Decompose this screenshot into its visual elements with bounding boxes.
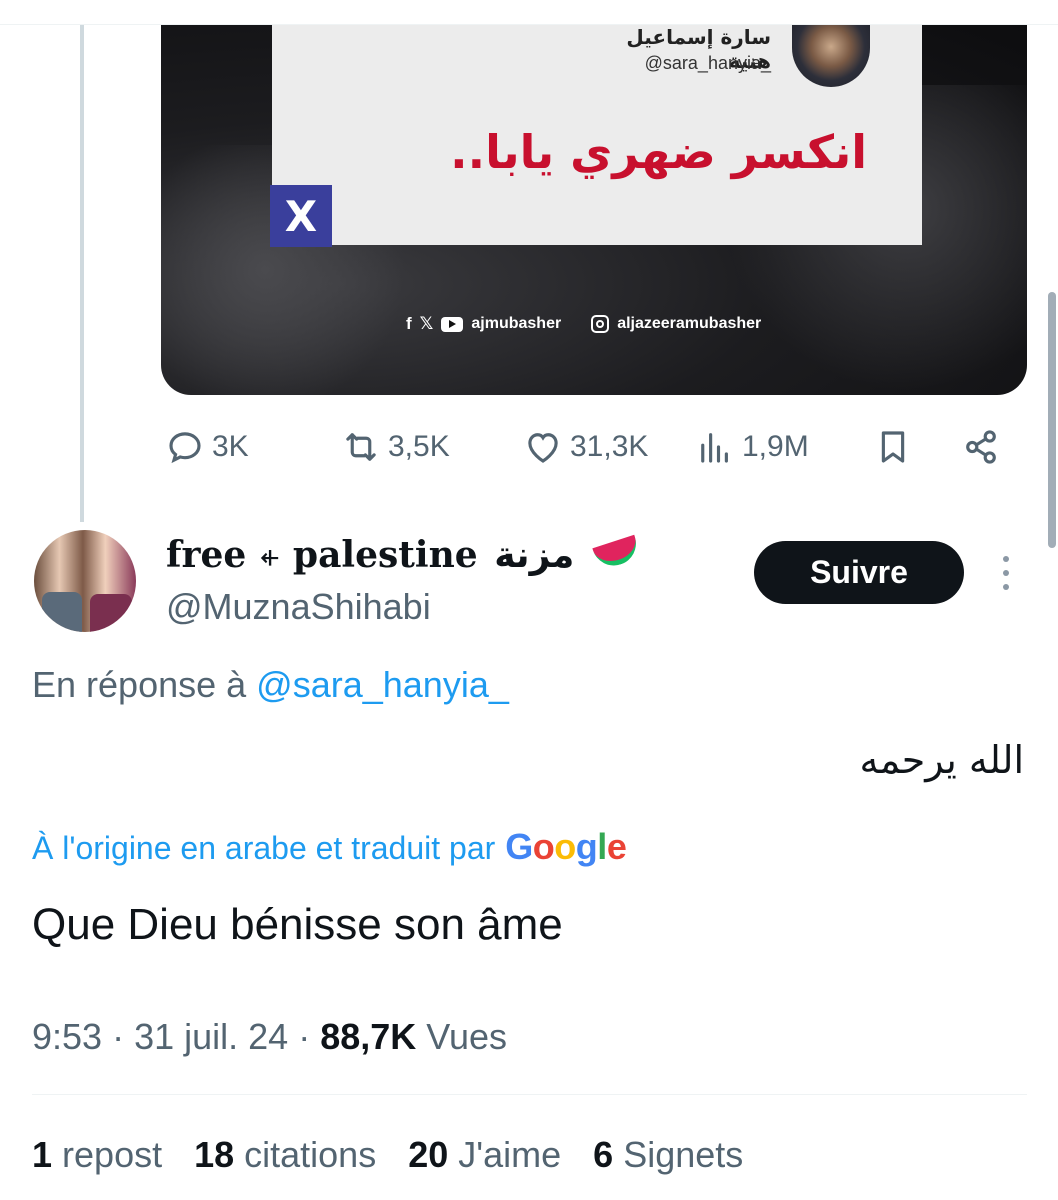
share-icon xyxy=(966,430,996,464)
like-button[interactable]: 31,3K xyxy=(522,422,648,472)
reply-button[interactable]: 3K xyxy=(164,422,249,472)
facebook-icon: f xyxy=(406,314,412,333)
views-count: 1,9M xyxy=(742,430,809,463)
instagram-icon xyxy=(591,315,610,333)
social-handle-ajmubasher: ajmubasher xyxy=(471,315,562,332)
watermelon-icon xyxy=(592,534,642,572)
tweet-time[interactable]: 9:53 xyxy=(32,1016,102,1057)
stats-divider xyxy=(32,1094,1027,1095)
author-avatar[interactable] xyxy=(34,530,136,632)
social-handle-aljazeeramubasher: aljazeeramubasher xyxy=(617,315,762,332)
stat-bookmarks[interactable]: 6 Signets xyxy=(593,1134,743,1176)
tweet-action-bar: 3K 3,5K 31,3K 1,9M xyxy=(164,422,1014,472)
bookmark-icon xyxy=(881,431,905,463)
display-name-latin: free ⍅ palestine xyxy=(166,534,478,576)
display-name-arabic: مزنة xyxy=(494,535,575,576)
tweet-translated-text: Que Dieu bénisse son âme xyxy=(32,900,563,949)
quoted-handle: @sara_hanyia_ xyxy=(644,53,771,73)
reply-mention-link[interactable]: @sara_hanyia_ xyxy=(256,664,509,705)
scrollbar-thumb[interactable] xyxy=(1048,292,1056,548)
media-headline: انكسر ضهري يابا.. xyxy=(450,125,867,179)
thread-connector-line xyxy=(80,25,84,522)
reply-prefix: En réponse à xyxy=(32,664,257,705)
reply-context: En réponse à @sara_hanyia_ xyxy=(32,664,509,706)
analytics-icon xyxy=(701,433,728,463)
follow-button[interactable]: Suivre xyxy=(754,541,964,604)
more-options-icon[interactable] xyxy=(994,552,1018,594)
repost-icon xyxy=(346,433,376,461)
stat-quotes[interactable]: 18 citations xyxy=(194,1134,376,1176)
stat-reposts[interactable]: 1 repost xyxy=(32,1134,162,1176)
translation-attribution[interactable]: À l'origine en arabe et traduit par Goog… xyxy=(32,826,627,868)
repost-count: 3,5K xyxy=(388,430,450,463)
translation-attribution-text: À l'origine en arabe et traduit par xyxy=(32,830,496,866)
x-logo-icon: X xyxy=(270,185,332,247)
x-icon: 𝕏 xyxy=(419,314,434,333)
author-handle[interactable]: @MuznaShihabi xyxy=(166,586,431,628)
tweet-original-text: الله يرحمه xyxy=(859,738,1024,782)
google-logo: Google xyxy=(505,826,627,867)
youtube-icon xyxy=(441,316,464,332)
stat-likes[interactable]: 20 J'aime xyxy=(408,1134,561,1176)
tweet-media-image[interactable]: سارة إسماعيل هنية @sara_hanyia_ انكسر ضه… xyxy=(161,25,1027,395)
tweet-date[interactable]: 31 juil. 24 xyxy=(134,1016,288,1057)
views-label: Vues xyxy=(416,1016,507,1057)
like-count: 31,3K xyxy=(570,430,649,463)
share-button[interactable] xyxy=(960,422,1002,472)
bookmark-button[interactable] xyxy=(872,422,914,472)
heart-icon xyxy=(528,433,558,463)
author-display-name[interactable]: free ⍅ palestine مزنة xyxy=(166,534,642,577)
engagement-stats: 1 repost 18 citations 20 J'aime 6 Signet… xyxy=(32,1134,743,1176)
views-total: 88,7K xyxy=(320,1016,417,1057)
reply-icon xyxy=(169,432,201,464)
media-social-credits: f 𝕏 ajmubasher aljazeeramubasher xyxy=(406,314,761,334)
tweet-meta: 9:53 · 31 juil. 24 · 88,7K Vues xyxy=(32,1016,507,1057)
views-button[interactable]: 1,9M xyxy=(694,422,809,472)
repost-button[interactable]: 3,5K xyxy=(340,422,450,472)
reply-count: 3K xyxy=(212,430,249,463)
